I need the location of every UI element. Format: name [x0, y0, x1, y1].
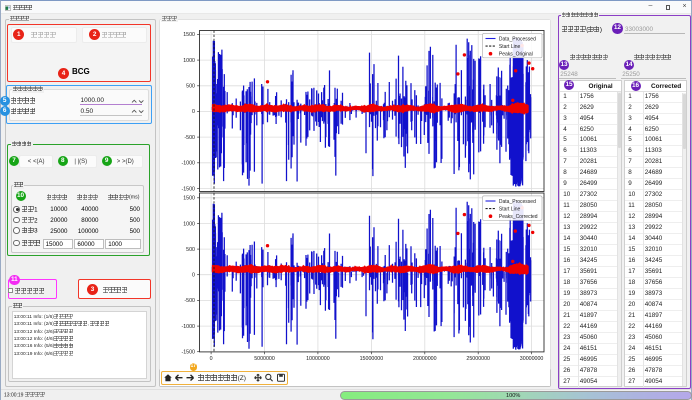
svg-text:Start Line: Start Line	[498, 43, 520, 49]
svg-text:1500: 1500	[183, 195, 195, 201]
svg-text:0: 0	[192, 109, 195, 115]
svg-text:0: 0	[209, 356, 212, 362]
svg-text:0: 0	[192, 272, 195, 278]
svg-text:1000: 1000	[183, 221, 195, 227]
svg-text:5000000: 5000000	[254, 356, 275, 362]
svg-text:10000000: 10000000	[306, 356, 330, 362]
svg-text:Peaks_Original: Peaks_Original	[498, 51, 532, 57]
svg-text:-1000: -1000	[181, 160, 195, 166]
svg-text:-500: -500	[184, 298, 195, 304]
svg-text:1000: 1000	[183, 57, 195, 63]
svg-text:30000000: 30000000	[519, 356, 543, 362]
svg-text:500: 500	[186, 246, 195, 252]
svg-text:-1000: -1000	[181, 323, 195, 329]
svg-text:-500: -500	[184, 134, 195, 140]
svg-text:Data_Processed: Data_Processed	[498, 36, 535, 42]
svg-text:Data_Processed: Data_Processed	[498, 198, 535, 204]
svg-text:25000000: 25000000	[466, 356, 490, 362]
svg-text:-1500: -1500	[181, 186, 195, 192]
svg-text:15000000: 15000000	[359, 356, 383, 362]
svg-text:Peaks_Corrected: Peaks_Corrected	[498, 214, 537, 220]
svg-text:1500: 1500	[183, 32, 195, 38]
svg-text:-1500: -1500	[181, 349, 195, 355]
svg-text:Start Line: Start Line	[498, 206, 520, 212]
svg-text:20000000: 20000000	[413, 356, 437, 362]
svg-text:500: 500	[186, 83, 195, 89]
